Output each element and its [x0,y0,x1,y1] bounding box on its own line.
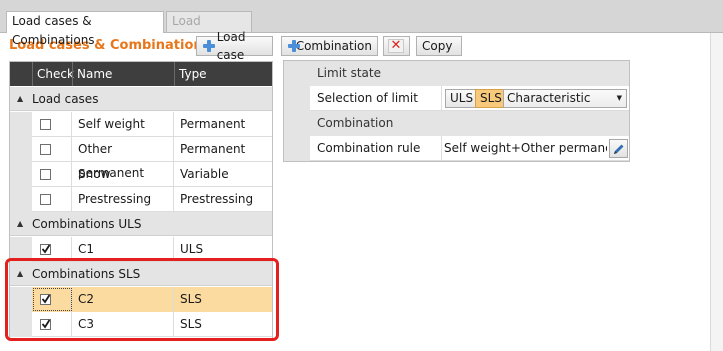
table-row[interactable]: C1 ULS [10,237,272,262]
table-row[interactable]: C3 SLS [10,312,272,337]
property-name: Combination rule [310,136,442,161]
check-cell[interactable] [32,187,72,212]
type-cell[interactable]: SLS [174,287,272,312]
name-cell[interactable]: Self weight [72,112,174,137]
column-header-check[interactable]: Check [32,62,74,86]
check-cell[interactable] [32,162,72,187]
row-checkbox[interactable] [40,169,51,180]
name-cell[interactable]: Snow [72,162,174,187]
table-row[interactable]: Prestressing Prestressing [10,187,272,212]
category-limit-state: Limit state [284,61,629,86]
row-gutter [10,187,32,212]
row-checkbox[interactable] [40,119,51,130]
checkmark-icon [42,244,50,254]
copy-label: Copy [422,39,453,53]
name-cell[interactable]: C1 [72,237,174,262]
plus-icon [287,39,300,53]
type-cell[interactable]: Permanent [174,137,272,162]
type-cell[interactable]: SLS [174,312,272,337]
name-cell[interactable]: C2 [72,287,174,312]
add-combination-label: Combination [295,39,372,53]
right-edge-panel [710,33,723,351]
property-grid: Limit state Selection of limit state ULS… [283,60,630,162]
group-label: Combinations SLS [32,267,141,281]
group-label: Load cases [32,92,99,106]
pencil-icon [614,144,624,154]
add-load-case-label: Load case [216,30,246,62]
dropdown-value: Characteristic [507,91,591,105]
row-gutter [10,137,32,162]
group-row-load-cases[interactable]: ▲ Load cases [10,87,272,111]
row-checkbox-checked[interactable] [40,319,51,330]
add-load-case-button[interactable]: Load case [196,30,273,62]
delete-button[interactable]: ✕ [383,36,410,56]
column-header-name[interactable]: Name [72,62,174,86]
tab-strip: Load cases & Combinations Load impulses [0,0,723,47]
checkmark-icon [42,319,50,329]
name-cell[interactable]: Other permanent [72,137,174,180]
table-row[interactable]: Snow Variable [10,162,272,187]
type-cell[interactable]: ULS [174,237,272,262]
row-gutter [10,112,32,137]
name-cell[interactable]: C3 [72,312,174,337]
collapse-caret-icon[interactable]: ▲ [17,212,23,236]
cell-focus-rect [33,288,72,311]
name-cell[interactable]: Prestressing [72,187,174,212]
group-row-combinations-sls[interactable]: ▲ Combinations SLS [10,262,272,286]
edit-rule-button[interactable] [609,139,628,158]
collapse-caret-icon[interactable]: ▲ [17,87,23,111]
check-cell[interactable] [32,312,72,337]
uls-toggle-button[interactable]: ULS [445,89,479,108]
copy-button[interactable]: Copy [416,36,462,56]
property-row-combination-rule: Combination rule Self weight+Other perma… [284,136,629,161]
property-name: Selection of limit state [310,86,442,130]
row-gutter [284,86,310,111]
type-cell[interactable]: Prestressing [174,187,272,212]
add-combination-button[interactable]: Combination [281,36,378,56]
plus-icon [202,39,215,53]
tab-load-cases-combinations[interactable]: Load cases & Combinations [6,11,164,47]
collapse-caret-icon[interactable]: ▲ [17,262,23,286]
group-row-combinations-uls[interactable]: ▲ Combinations ULS [10,212,272,236]
check-cell[interactable] [32,137,72,162]
table-row[interactable]: Other permanent Permanent [10,137,272,180]
table-row[interactable]: Self weight Permanent [10,112,272,137]
delete-icon: ✕ [388,39,404,53]
property-row-limit-state: Selection of limit state ULS SLS Charact… [284,86,629,130]
check-cell[interactable] [32,112,72,137]
type-cell[interactable]: Permanent [174,112,272,137]
combination-rule-text: Self weight+Other permanen... [444,141,607,155]
row-gutter [10,162,32,187]
property-value: ULS SLS Characteristic ▼ [442,86,629,111]
row-checkbox[interactable] [40,144,51,155]
group-label: Combinations ULS [32,217,142,231]
row-checkbox-checked[interactable] [40,244,51,255]
property-value[interactable]: Self weight+Other permanen... [442,136,629,161]
grid-header: Check Name Type [10,62,272,86]
type-cell[interactable]: Variable [174,162,272,187]
row-gutter [10,237,32,262]
column-header-type[interactable]: Type [174,62,272,86]
check-cell[interactable] [32,237,72,262]
characteristic-dropdown[interactable]: Characteristic ▼ [503,89,627,108]
row-gutter [10,312,32,337]
row-checkbox[interactable] [40,194,51,205]
header-gutter [10,62,32,86]
load-cases-grid: Check Name Type ▲ Load cases Self weight… [9,61,273,340]
category-combination: Combination [284,111,629,136]
row-gutter [10,287,32,312]
dropdown-arrow-icon: ▼ [616,94,622,102]
row-gutter [284,136,310,161]
